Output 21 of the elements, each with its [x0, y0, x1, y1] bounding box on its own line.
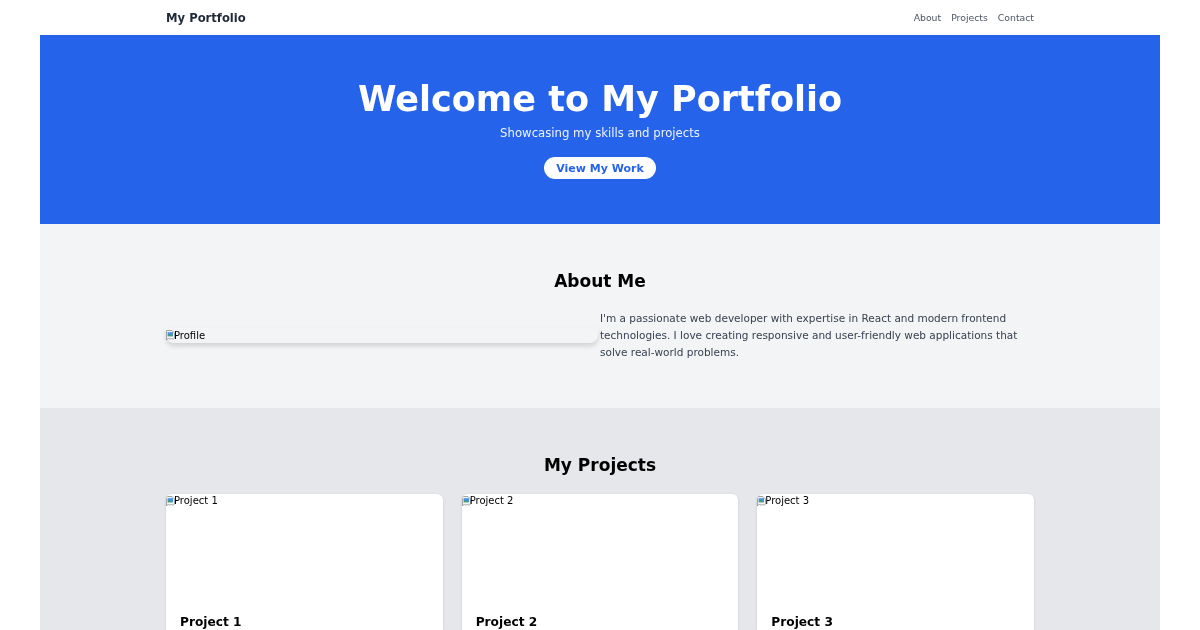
- nav-link[interactable]: Contact: [997, 12, 1034, 23]
- section-heading: About Me: [554, 270, 646, 292]
- image-alt-text: Project 1: [174, 495, 218, 507]
- image-alt-text: Project 3: [765, 495, 810, 507]
- section-heading: My Projects: [543, 454, 657, 476]
- project-title: Project 3: [771, 616, 833, 629]
- about-text: I'm a passionate web developer with expertise in React and modern frontend technologies. I love creating responsive and user-friendly web applications that solve real-world problems.: [600, 311, 1019, 360]
- broken-image-icon: [166, 330, 175, 341]
- broken-image-icon: [166, 495, 175, 507]
- image-alt-text: Profile: [174, 329, 206, 342]
- view-work-button[interactable]: View My Work: [544, 157, 656, 179]
- nav-link[interactable]: About: [913, 12, 942, 23]
- project-title: Project 1: [180, 616, 242, 629]
- broken-image-icon: [461, 495, 471, 507]
- site-title-link[interactable]: My Portfolio: [166, 10, 246, 25]
- project-title: Project 2: [475, 616, 538, 629]
- image-alt-text: Project 2: [469, 495, 514, 507]
- nav-link[interactable]: Projects: [951, 12, 988, 23]
- hero-title: Welcome to My Portfolio: [357, 78, 843, 120]
- broken-image-icon: [757, 495, 767, 507]
- hero-subtitle: Showcasing my skills and projects: [500, 125, 700, 142]
